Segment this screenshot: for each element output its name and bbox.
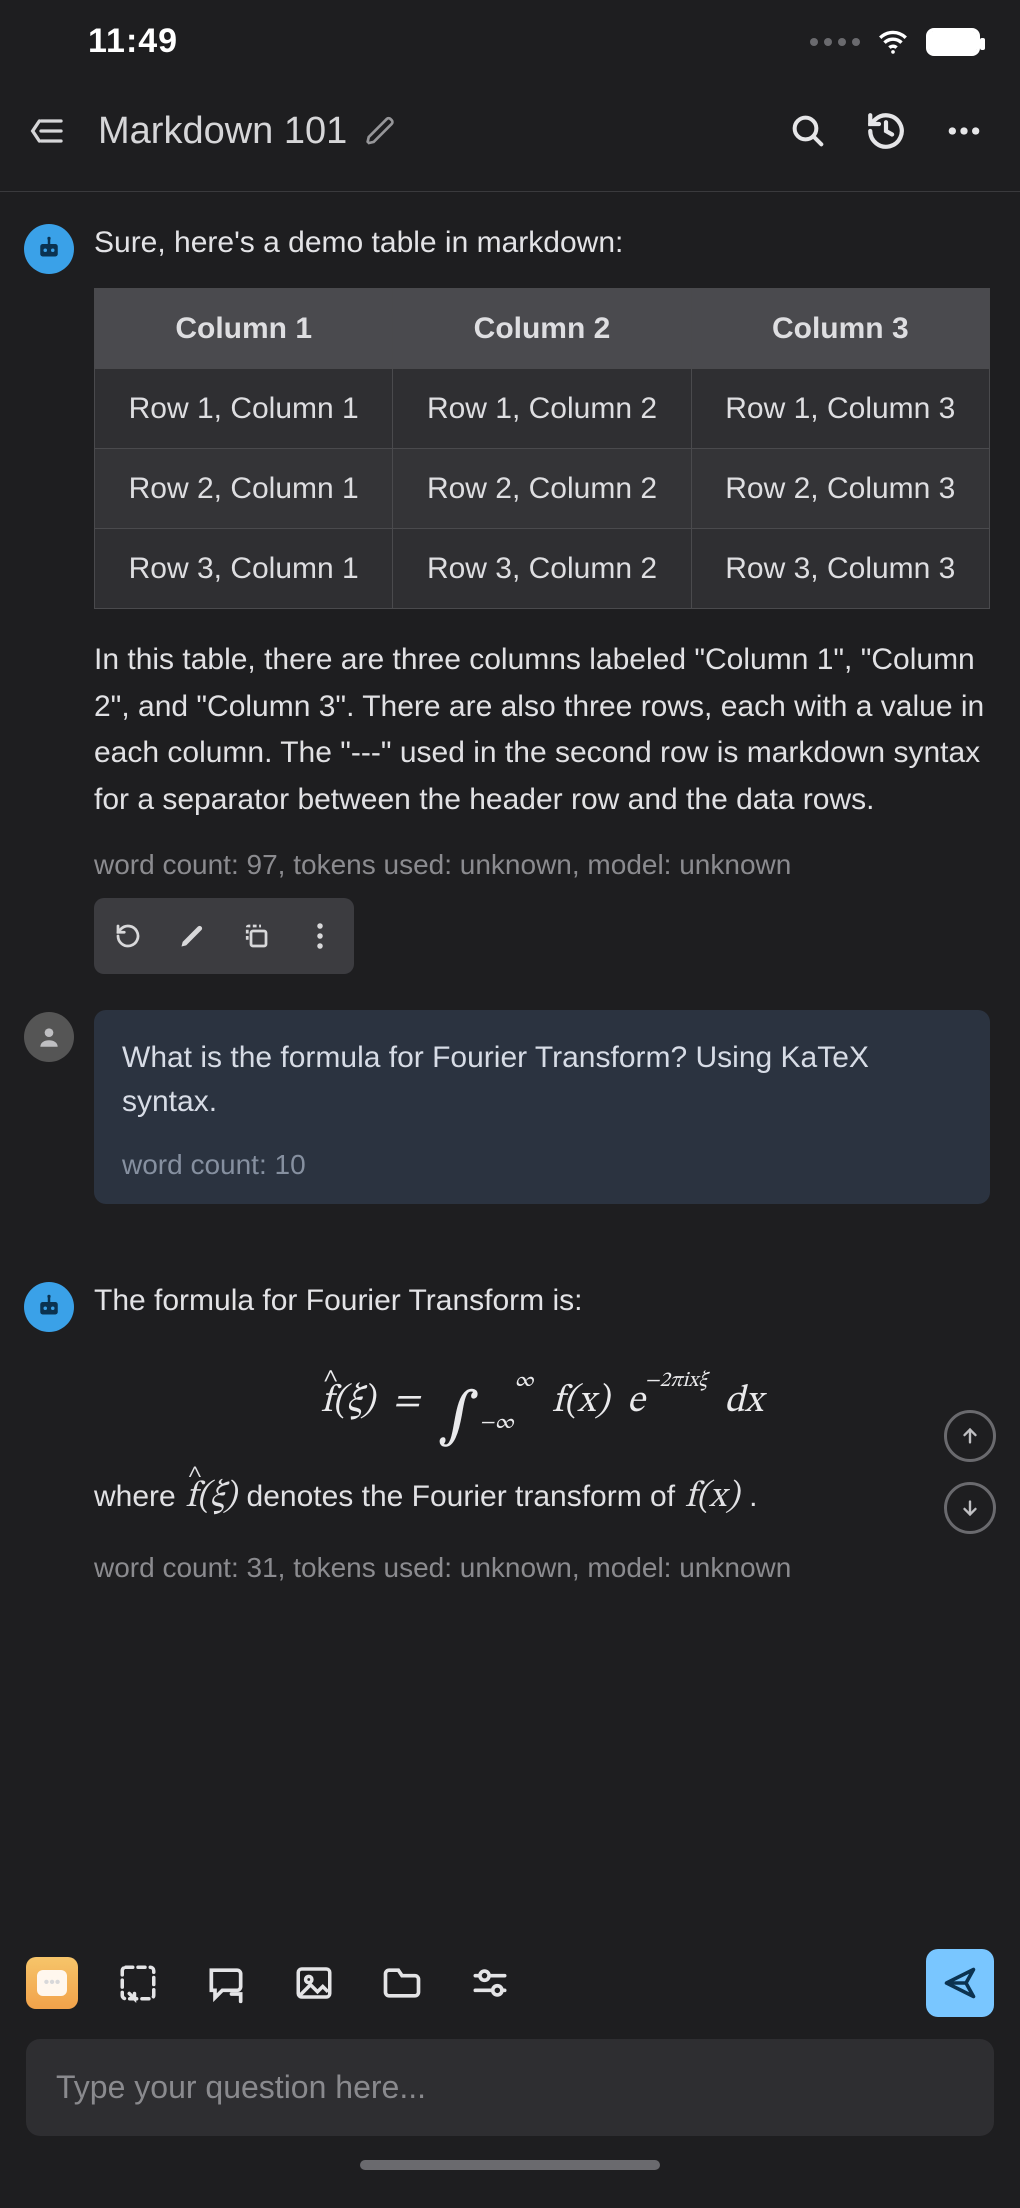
regenerate-button[interactable] [100, 908, 156, 964]
message-more-button[interactable] [292, 908, 348, 964]
chat-scroll[interactable]: Sure, here's a demo table in markdown: C… [0, 192, 1020, 1647]
chat-reply-icon [204, 1961, 248, 2005]
message-input[interactable]: Type your question here... [26, 2039, 994, 2136]
history-button[interactable] [856, 101, 916, 161]
quote-button[interactable] [198, 1955, 254, 2011]
pencil-icon [178, 922, 206, 950]
table-row: Row 1, Column 1 Row 1, Column 2 Row 1, C… [95, 369, 990, 449]
message-toolbar [94, 898, 354, 974]
composer: ••• Type your question here... [0, 1931, 1020, 2208]
select-text-button[interactable] [110, 1955, 166, 2011]
table-row: Row 3, Column 1 Row 3, Column 2 Row 3, C… [95, 529, 990, 609]
app-header: Markdown 101 [0, 83, 1020, 192]
sliders-icon [468, 1961, 512, 2005]
page-title: Markdown 101 [98, 110, 347, 153]
table-header: Column 1 [95, 289, 393, 369]
markdown-table: Column 1 Column 2 Column 3 Row 1, Column… [94, 288, 990, 609]
formula-where: where f(ξ) denotes the Fourier transform… [94, 1469, 990, 1527]
message-bot: Sure, here's a demo table in markdown: C… [24, 222, 990, 974]
input-placeholder: Type your question here... [56, 2069, 964, 2106]
chat-bubble-icon: ••• [37, 1970, 67, 1996]
formula-display: f(ξ) = ∫−∞∞ f(x) e−2πixξ dx [94, 1346, 990, 1468]
menu-icon [26, 111, 66, 151]
message-meta: word count: 31, tokens used: unknown, mo… [94, 1548, 990, 1587]
arrow-up-icon [959, 1425, 981, 1447]
send-icon [942, 1965, 978, 2001]
signal-dots-icon [810, 38, 860, 46]
bot-text: The formula for Fourier Transform is: [94, 1280, 990, 1322]
search-button[interactable] [778, 101, 838, 161]
person-icon [36, 1024, 62, 1050]
bot-avatar [24, 1282, 74, 1332]
message-meta: word count: 97, tokens used: unknown, mo… [94, 845, 990, 884]
history-icon [865, 110, 907, 152]
status-indicators [810, 25, 980, 59]
user-message-bubble[interactable]: What is the formula for Fourier Transfor… [94, 1010, 990, 1204]
bot-text: Sure, here's a demo table in markdown: [94, 222, 990, 264]
robot-icon [34, 234, 64, 264]
more-vertical-icon [315, 921, 325, 951]
robot-icon [34, 1292, 64, 1322]
image-icon [293, 1962, 335, 2004]
table-header: Column 3 [691, 289, 989, 369]
user-avatar [24, 1012, 74, 1062]
menu-button[interactable] [26, 111, 74, 151]
status-time: 11:49 [88, 22, 178, 61]
arrow-down-icon [959, 1497, 981, 1519]
settings-sliders-button[interactable] [462, 1955, 518, 2011]
pencil-icon [365, 115, 397, 147]
message-user: What is the formula for Fourier Transfor… [24, 1010, 990, 1204]
message-meta: word count: 10 [122, 1145, 962, 1184]
status-bar: 11:49 [0, 0, 1020, 83]
edit-message-button[interactable] [164, 908, 220, 964]
home-indicator [360, 2160, 660, 2170]
bot-avatar [24, 224, 74, 274]
selection-icon [117, 1962, 159, 2004]
app-icon-button[interactable]: ••• [26, 1957, 78, 2009]
copy-icon [241, 921, 271, 951]
user-text: What is the formula for Fourier Transfor… [122, 1036, 962, 1123]
battery-icon [926, 28, 980, 56]
image-button[interactable] [286, 1955, 342, 2011]
edit-title-button[interactable] [365, 115, 397, 147]
wifi-icon [876, 25, 910, 59]
copy-button[interactable] [228, 908, 284, 964]
scroll-up-button[interactable] [944, 1410, 996, 1462]
send-button[interactable] [926, 1949, 994, 2017]
bot-explanation: In this table, there are three columns l… [94, 637, 990, 823]
folder-icon [380, 1961, 424, 2005]
search-icon [788, 111, 828, 151]
message-bot: The formula for Fourier Transform is: f(… [24, 1280, 990, 1601]
scroll-down-button[interactable] [944, 1482, 996, 1534]
table-row: Row 2, Column 1 Row 2, Column 2 Row 2, C… [95, 449, 990, 529]
table-header: Column 2 [393, 289, 691, 369]
refresh-icon [113, 921, 143, 951]
more-button[interactable] [934, 101, 994, 161]
more-icon [944, 111, 984, 151]
folder-button[interactable] [374, 1955, 430, 2011]
composer-toolbar: ••• [26, 1949, 994, 2017]
